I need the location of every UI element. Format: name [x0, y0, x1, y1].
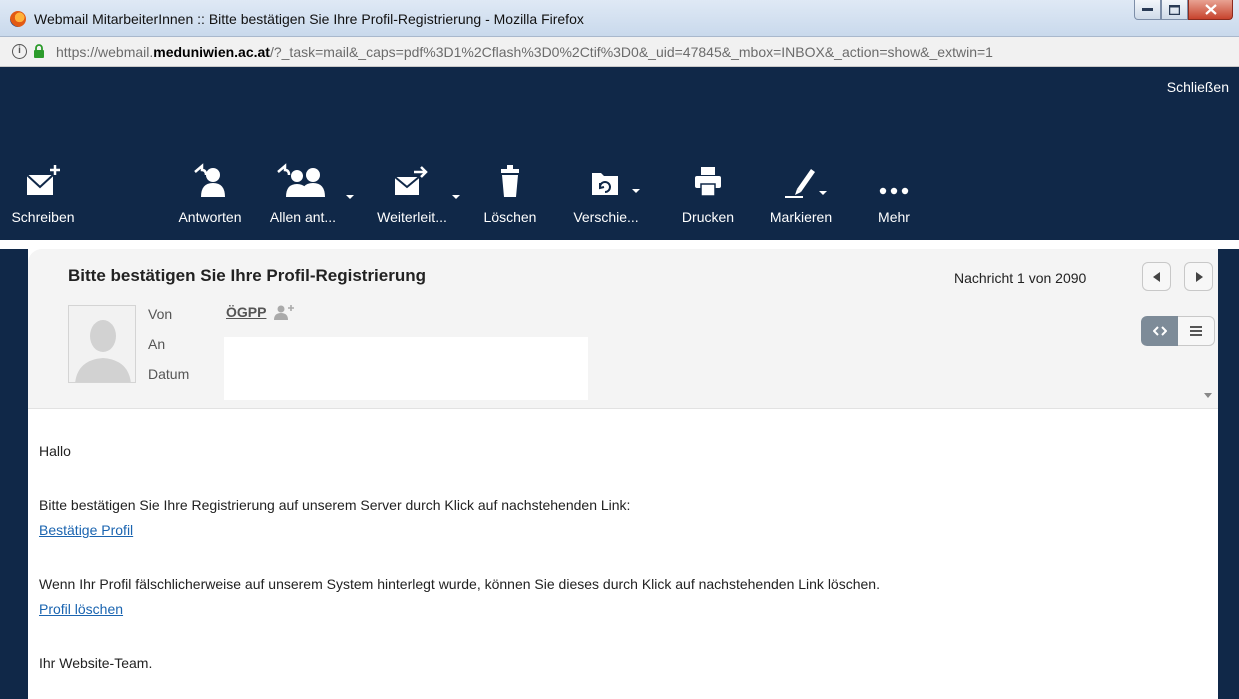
to-label: An: [148, 336, 166, 352]
print-icon: [670, 161, 746, 199]
move-folder-icon: [560, 161, 652, 199]
close-window-button[interactable]: [1188, 0, 1233, 20]
app-header: Schließen Schreiben Antworten Allen ant.…: [0, 67, 1239, 240]
code-icon: [1152, 326, 1167, 336]
maximize-icon: [1169, 4, 1180, 15]
url-domain: meduniwien.ac.at: [153, 44, 270, 60]
greeting-text: Hallo: [39, 443, 71, 459]
trash-icon: [470, 161, 550, 199]
minimize-icon: [1142, 7, 1153, 11]
info-icon[interactable]: i: [12, 44, 27, 59]
add-contact-icon[interactable]: [273, 304, 295, 320]
minimize-button[interactable]: [1134, 0, 1161, 20]
message-body: Hallo Bitte bestätigen Sie Ihre Registri…: [28, 408, 1218, 699]
user-silhouette-icon: [69, 306, 135, 382]
source-view-button[interactable]: [1141, 316, 1178, 346]
url-path: /?_task=mail&_caps=pdf%3D1%2Cflash%3D0%2…: [269, 44, 993, 60]
body-line-2: Wenn Ihr Profil fälschlicherweise auf un…: [39, 576, 880, 592]
message-subject: Bitte bestätigen Sie Ihre Profil-Registr…: [68, 266, 427, 285]
arrow-left-icon: [1152, 271, 1160, 282]
lines-icon: [1190, 326, 1202, 336]
mark-icon: [756, 161, 846, 199]
toolbar-label: Mehr: [878, 209, 910, 225]
firefox-logo-icon: [10, 11, 26, 27]
window-titlebar: Webmail MitarbeiterInnen :: Bitte bestät…: [0, 0, 1239, 37]
toolbar-label: Verschie...: [573, 209, 639, 225]
confirm-profile-link[interactable]: Bestätige Profil: [39, 522, 133, 538]
close-icon: [1204, 4, 1217, 15]
address-bar[interactable]: i https://webmail.meduniwien.ac.at/?_tas…: [0, 37, 1239, 67]
toolbar-label: Schreiben: [11, 209, 75, 225]
url-prefix: https://webmail.: [56, 44, 154, 60]
reply-icon: [164, 161, 256, 199]
close-link[interactable]: Schließen: [1167, 79, 1229, 95]
text-view-button[interactable]: [1178, 316, 1215, 346]
toolbar-label: Weiterleit...: [377, 209, 447, 225]
next-message-button[interactable]: [1184, 262, 1213, 291]
maximize-button[interactable]: [1161, 0, 1188, 20]
window-controls: [1134, 0, 1233, 22]
toolbar-forward-button[interactable]: Weiterleit...: [366, 161, 460, 225]
forward-icon: [366, 161, 458, 199]
signature-text: Ihr Website-Team.: [39, 655, 153, 671]
toolbar-compose-button[interactable]: Schreiben: [0, 161, 86, 225]
chevron-down-icon[interactable]: [819, 191, 827, 195]
lock-icon: [34, 44, 44, 58]
toolbar-print-button[interactable]: Drucken: [670, 161, 746, 225]
toolbar-delete-button[interactable]: Löschen: [470, 161, 550, 225]
sender-name[interactable]: ÖGPP: [226, 304, 266, 320]
toolbar-label: Löschen: [483, 209, 537, 225]
toolbar-label: Markieren: [769, 209, 833, 225]
url-text[interactable]: https://webmail.meduniwien.ac.at/?_task=…: [56, 44, 993, 60]
window-title: Webmail MitarbeiterInnen :: Bitte bestät…: [34, 11, 584, 27]
toolbar-label: Antworten: [178, 209, 242, 225]
from-label: Von: [148, 306, 173, 322]
toolbar-move-button[interactable]: Verschie...: [560, 161, 652, 225]
expand-header-icon[interactable]: [1204, 393, 1212, 398]
view-toggle: [1141, 316, 1215, 346]
body-line-1: Bitte bestätigen Sie Ihre Registrierung …: [39, 497, 631, 513]
redacted-area: [224, 337, 588, 400]
left-frame: [0, 249, 28, 699]
toolbar-more-button[interactable]: Mehr: [868, 161, 920, 225]
previous-message-button[interactable]: [1142, 262, 1171, 291]
more-icon: [868, 161, 920, 199]
message-counter: Nachricht 1 von 2090: [954, 270, 1087, 286]
toolbar-mark-button[interactable]: Markieren: [756, 161, 846, 225]
chevron-down-icon[interactable]: [452, 195, 460, 199]
date-label: Datum: [148, 366, 190, 382]
message-header: Bitte bestätigen Sie Ihre Profil-Registr…: [28, 249, 1218, 408]
chevron-down-icon[interactable]: [346, 195, 354, 199]
avatar: [68, 305, 136, 383]
toolbar-label: Drucken: [681, 209, 735, 225]
toolbar-reply-all-button[interactable]: Allen ant...: [262, 161, 354, 225]
right-frame: [1218, 249, 1239, 699]
chevron-down-icon[interactable]: [632, 189, 640, 193]
toolbar-label: Allen ant...: [269, 209, 337, 225]
compose-icon: [0, 161, 86, 199]
arrow-right-icon: [1195, 271, 1203, 282]
toolbar-reply-button[interactable]: Antworten: [164, 161, 256, 225]
reply-all-icon: [262, 161, 344, 199]
delete-profile-link[interactable]: Profil löschen: [39, 601, 123, 617]
